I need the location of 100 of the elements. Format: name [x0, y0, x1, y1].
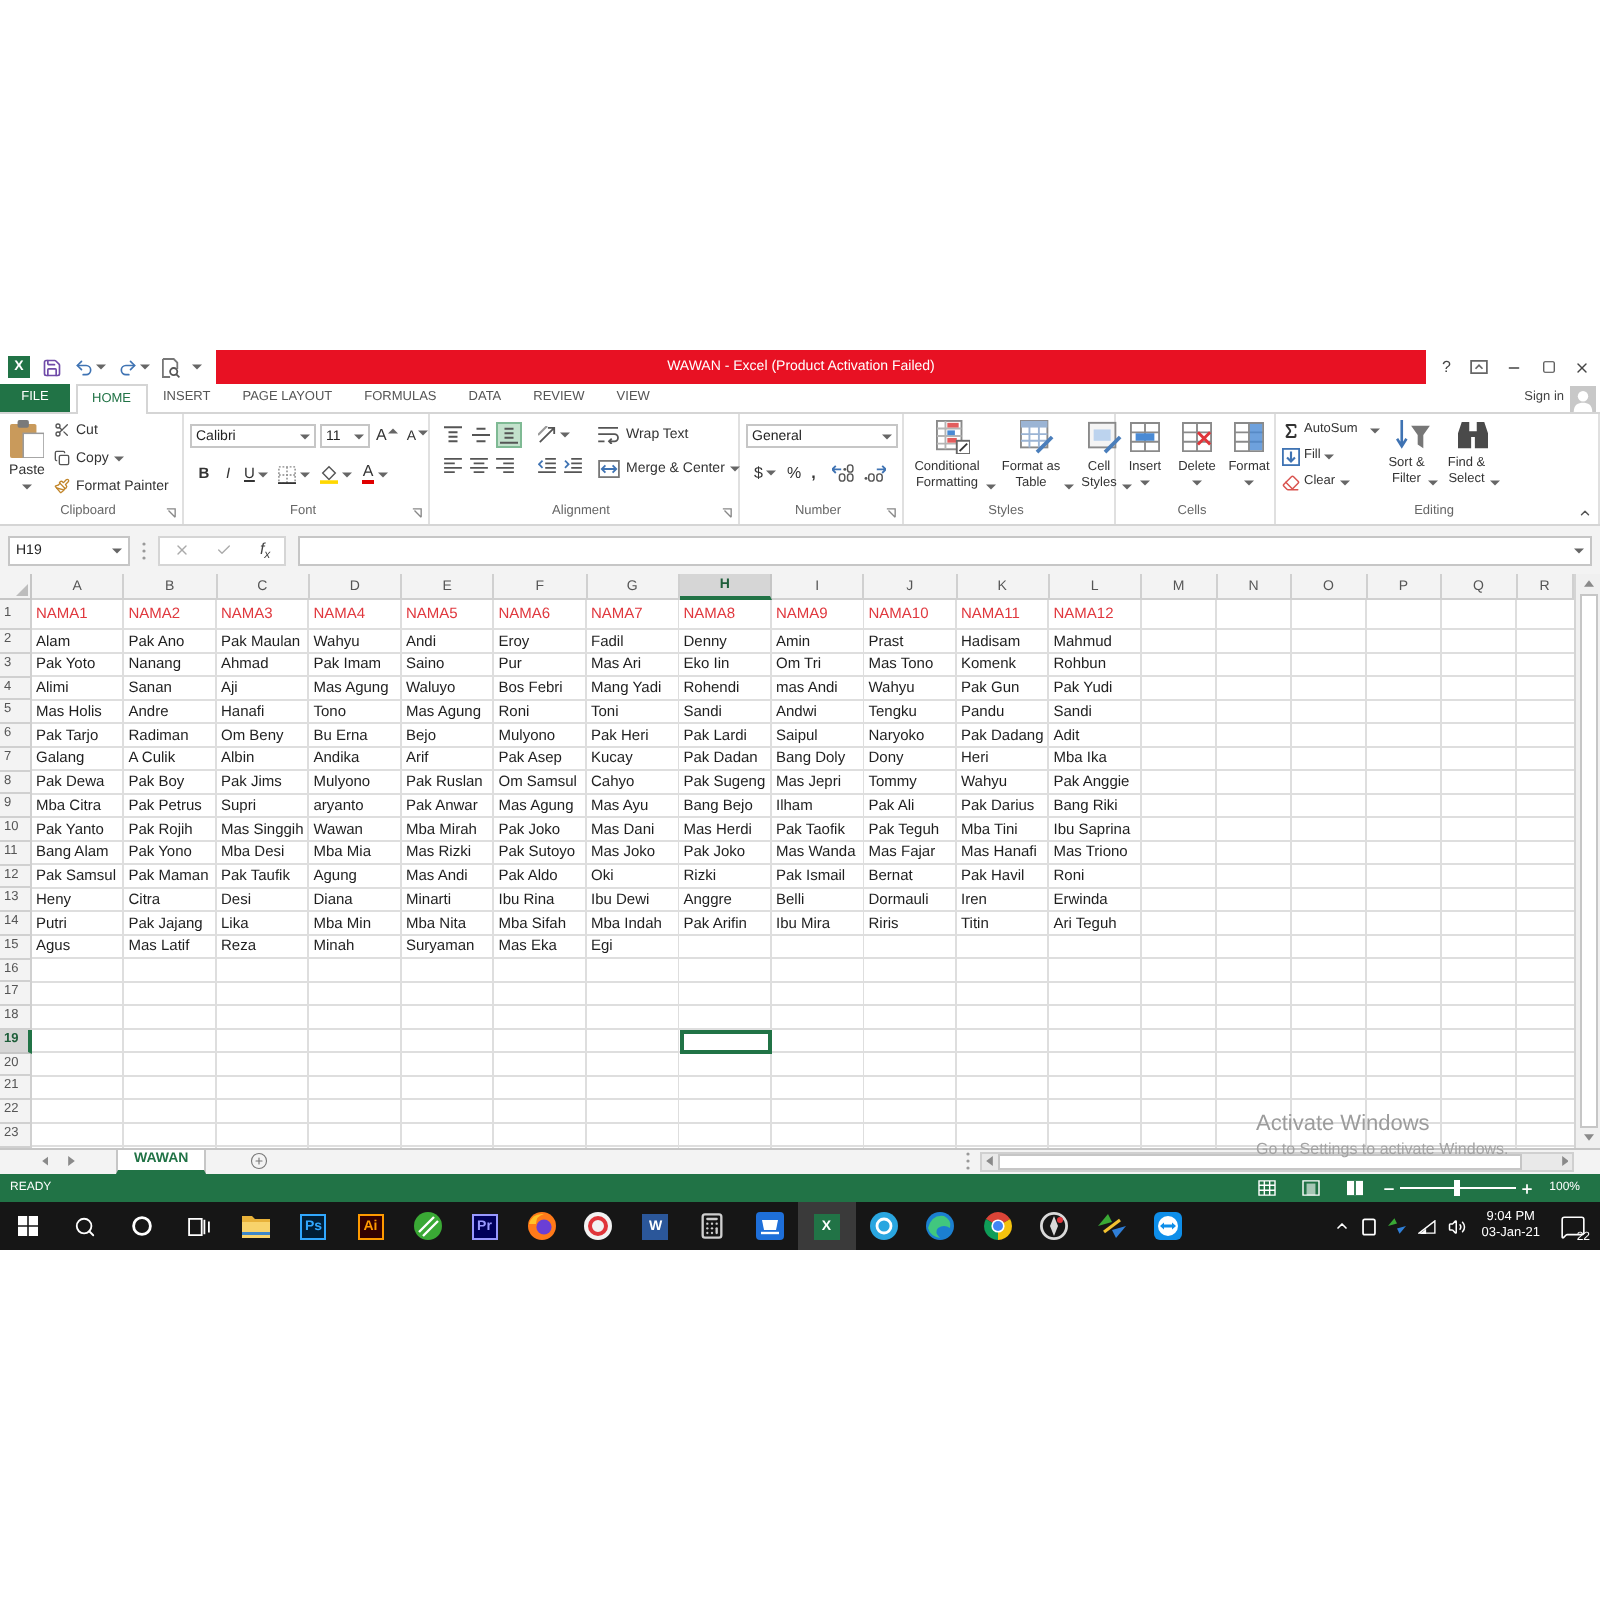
formula-input[interactable]: [298, 535, 1592, 565]
caret-icon: [354, 433, 364, 439]
help-button[interactable]: ?: [1442, 359, 1451, 375]
corner-triangle-icon: [16, 584, 28, 596]
sort-funnel-icon: [1395, 420, 1430, 450]
arrows-icon[interactable]: [1387, 1218, 1406, 1234]
save-icon[interactable]: [42, 357, 62, 377]
scroll-left-icon[interactable]: [986, 1156, 993, 1167]
folder-icon[interactable]: [242, 1215, 271, 1237]
fill-down-icon: [1282, 447, 1300, 465]
ribbon-options-icon[interactable]: [1469, 360, 1488, 374]
caret-icon: [1574, 547, 1584, 553]
caret-icon: [300, 471, 311, 477]
table-brush-icon: [1020, 420, 1054, 454]
caret-icon: [192, 364, 202, 370]
task-view-icon[interactable]: [188, 1217, 211, 1235]
redo-icon[interactable]: [118, 357, 138, 377]
page-break-icon[interactable]: [1345, 1180, 1364, 1196]
diagonal-arrow-icon[interactable]: [538, 426, 556, 444]
scroll-thumb[interactable]: [1579, 593, 1597, 1128]
double-arrow-icon[interactable]: [1154, 1212, 1183, 1240]
undo-icon[interactable]: [74, 357, 94, 377]
scroll-up-icon[interactable]: [1583, 580, 1593, 587]
start-icon[interactable]: [18, 1216, 39, 1236]
activation-message: Go to Settings to activate Windows.: [1256, 1142, 1509, 1158]
caret-icon: [1244, 479, 1254, 485]
zoom-in-icon[interactable]: [1519, 1181, 1534, 1195]
align-bottom-button[interactable]: [496, 422, 522, 448]
comma-button[interactable]: ,: [811, 465, 816, 481]
align-right-icon[interactable]: [496, 458, 514, 474]
binoculars-icon: [1455, 420, 1490, 450]
flame-globe-icon[interactable]: [527, 1212, 556, 1240]
caret-icon: [377, 471, 388, 477]
striped-ball-icon[interactable]: [413, 1212, 442, 1240]
insert-function-button[interactable]: f$_{x}$: [259, 542, 271, 558]
previous-sheet-icon[interactable]: [41, 1156, 48, 1167]
zoom-thumb[interactable]: [1454, 1180, 1461, 1196]
dialog-launcher-icon[interactable]: [166, 508, 177, 518]
next-sheet-icon[interactable]: [68, 1156, 75, 1167]
table-insert-icon: [1130, 422, 1160, 452]
volume-icon[interactable]: [1447, 1217, 1466, 1235]
grow-font-button[interactable]: A: [374, 428, 401, 444]
arrows-icon[interactable]: [1097, 1214, 1126, 1238]
currency-button[interactable]: $: [754, 465, 777, 481]
brush-icon: [54, 478, 70, 494]
indent-decrease-icon[interactable]: [538, 458, 556, 474]
tray-icon[interactable]: [755, 1212, 784, 1240]
sigma-icon: [1282, 421, 1300, 439]
active-cell[interactable]: [679, 1029, 772, 1053]
activation-title: Activate Windows: [1256, 1114, 1430, 1136]
grid-border-icon[interactable]: [278, 465, 297, 483]
percent-button[interactable]: %: [786, 465, 802, 481]
caret-icon: [1339, 479, 1350, 485]
normal-view-icon[interactable]: [1257, 1180, 1276, 1196]
caret-icon: [114, 455, 125, 461]
merge-center-icon: [598, 460, 620, 478]
scroll-right-icon[interactable]: [1561, 1156, 1568, 1167]
caret-icon: [730, 466, 741, 472]
caret-icon: [766, 470, 777, 476]
search-icon[interactable]: [74, 1215, 97, 1237]
close-icon[interactable]: [1573, 359, 1590, 375]
font-color-button[interactable]: A: [362, 464, 388, 484]
cell-brush-icon: [1088, 420, 1122, 454]
align-center-icon[interactable]: [470, 458, 488, 474]
align-left-icon[interactable]: [444, 458, 462, 474]
caret-icon: [96, 364, 106, 370]
paint-bucket-icon[interactable]: [320, 464, 339, 484]
caret-icon: [882, 433, 892, 439]
align-middle-icon[interactable]: [472, 426, 490, 444]
table-delete-icon: [1182, 422, 1212, 452]
scissors-icon: [54, 422, 70, 438]
decimal-decrease-icon[interactable]: [863, 464, 886, 482]
dialog-launcher-icon[interactable]: [886, 508, 896, 518]
add-sheet-icon[interactable]: [249, 1152, 268, 1171]
collapse-ribbon-icon[interactable]: [1578, 506, 1592, 520]
page-magnifier-icon[interactable]: [162, 357, 180, 377]
indent-increase-icon[interactable]: [564, 458, 582, 474]
circle-icon[interactable]: [132, 1216, 153, 1236]
eraser-icon: [1282, 473, 1300, 491]
scroll-down-icon[interactable]: [1583, 1134, 1593, 1141]
tablet-icon[interactable]: [1361, 1217, 1376, 1235]
vertical-scrollbar[interactable]: [1574, 574, 1600, 1147]
caret-icon: [1192, 479, 1202, 485]
maximize-icon[interactable]: [1541, 360, 1556, 374]
caret-icon: [300, 433, 310, 439]
dialog-launcher-icon[interactable]: [412, 508, 423, 518]
align-top-icon[interactable]: [444, 426, 462, 444]
segmented-circle-icon[interactable]: [983, 1212, 1012, 1240]
page-layout-icon[interactable]: [1301, 1180, 1320, 1196]
compass-icon[interactable]: [1040, 1212, 1069, 1240]
signal-icon[interactable]: [1417, 1219, 1436, 1233]
decimal-increase-icon[interactable]: [831, 464, 854, 482]
disc-icon[interactable]: [869, 1212, 898, 1240]
calculator-icon[interactable]: [698, 1212, 727, 1240]
chevron-up-icon[interactable]: [1333, 1218, 1350, 1234]
wave-icon[interactable]: [926, 1212, 955, 1240]
dialog-launcher-icon[interactable]: [722, 508, 732, 518]
ring-icon[interactable]: [584, 1212, 613, 1240]
check-icon[interactable]: [216, 542, 233, 558]
clipboard-icon: [10, 420, 44, 458]
